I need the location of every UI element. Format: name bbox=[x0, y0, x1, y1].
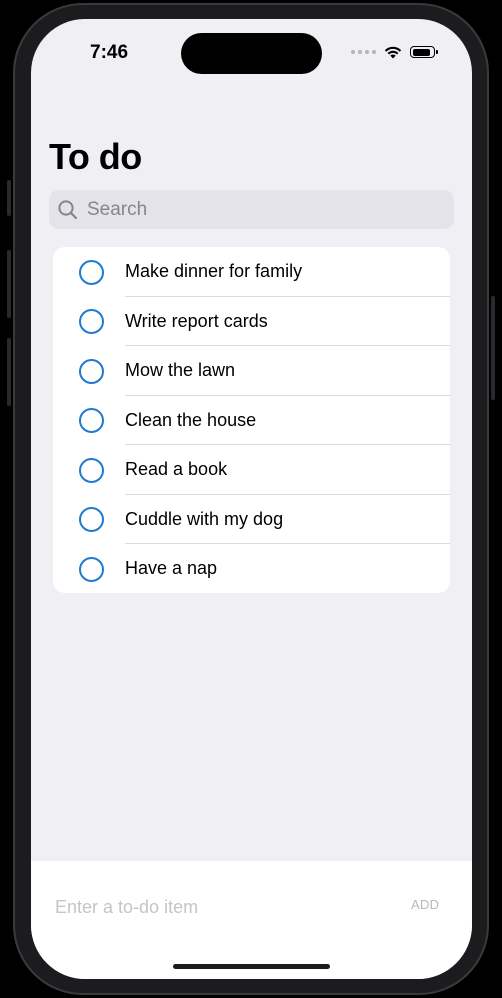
todo-label: Cuddle with my dog bbox=[125, 508, 284, 529]
status-icons bbox=[351, 43, 438, 61]
todo-row[interactable]: Write report cards bbox=[53, 297, 450, 346]
page-title: To do bbox=[49, 136, 142, 177]
cellular-icon bbox=[351, 50, 376, 54]
todo-row[interactable]: Cuddle with my dog bbox=[53, 495, 450, 544]
todo-checkbox[interactable] bbox=[79, 507, 104, 532]
dynamic-island bbox=[181, 33, 322, 74]
battery-fill bbox=[412, 48, 430, 56]
todo-row[interactable]: Make dinner for family bbox=[53, 247, 450, 297]
todo-label: Have a nap bbox=[125, 558, 218, 578]
status-time: 7:46 bbox=[90, 42, 129, 63]
wifi-icon bbox=[384, 46, 402, 58]
todo-row[interactable]: Read a book bbox=[53, 445, 450, 495]
search-bar[interactable] bbox=[49, 190, 454, 229]
todo-checkbox[interactable] bbox=[79, 309, 104, 334]
todo-row[interactable]: Clean the house bbox=[53, 396, 450, 445]
search-input[interactable] bbox=[85, 197, 419, 222]
search-icon bbox=[58, 199, 78, 219]
todo-input[interactable] bbox=[53, 891, 377, 923]
todo-label: Make dinner for family bbox=[125, 261, 303, 281]
todo-checkbox[interactable] bbox=[79, 358, 104, 384]
todo-label: Read a book bbox=[125, 459, 228, 479]
todo-row[interactable]: Mow the lawn bbox=[53, 346, 450, 396]
home-indicator[interactable] bbox=[173, 964, 330, 969]
volume-up-button bbox=[7, 250, 11, 318]
screen: 7:46 To do Make dinner for familyWrit bbox=[31, 19, 472, 979]
action-button bbox=[7, 180, 11, 216]
todo-label: Mow the lawn bbox=[125, 360, 236, 380]
device-frame: 7:46 To do Make dinner for familyWrit bbox=[0, 0, 502, 998]
composer-bar: ADD bbox=[31, 861, 472, 979]
todo-checkbox[interactable] bbox=[79, 457, 104, 483]
add-button[interactable]: ADD bbox=[411, 897, 439, 912]
todo-list: Make dinner for family Write report cards… bbox=[53, 247, 450, 593]
todo-row[interactable]: Have a nap bbox=[53, 544, 450, 593]
todo-label: Write report cards bbox=[125, 310, 268, 331]
todo-checkbox[interactable] bbox=[79, 556, 104, 582]
side-button bbox=[491, 296, 495, 400]
volume-down-button bbox=[7, 338, 11, 406]
todo-label: Clean the house bbox=[125, 409, 257, 430]
battery-icon bbox=[410, 46, 438, 58]
todo-checkbox[interactable] bbox=[79, 408, 104, 433]
todo-checkbox[interactable] bbox=[79, 259, 104, 285]
